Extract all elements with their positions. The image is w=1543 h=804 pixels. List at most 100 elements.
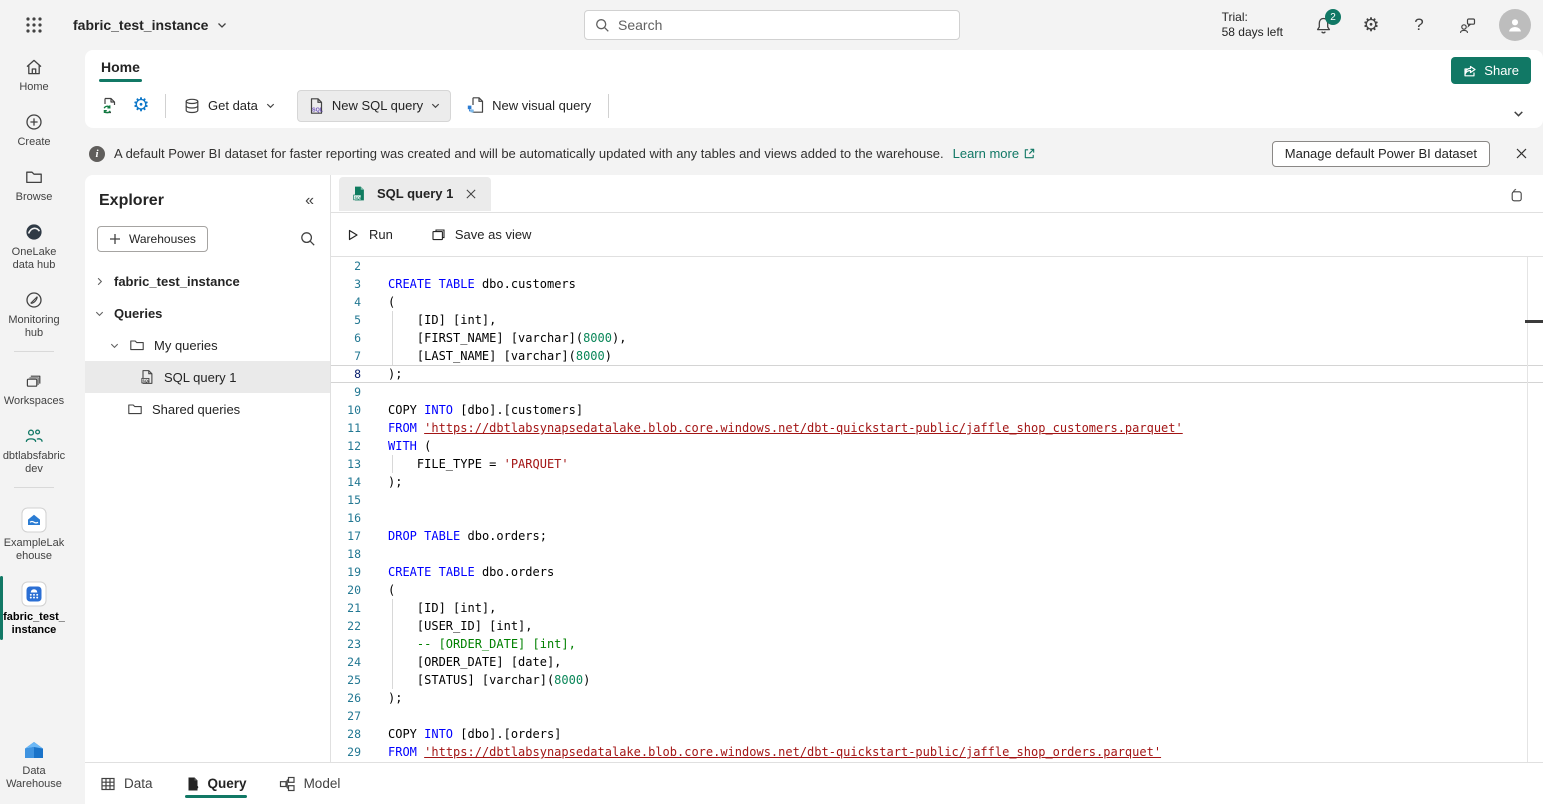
code-line-21[interactable]: 21 [ID] [int], (331, 599, 1543, 617)
feedback-icon[interactable] (1451, 9, 1483, 41)
tab-model[interactable]: Model (279, 763, 341, 804)
sidebar-item-dbtlabsfabricdev[interactable]: dbtlabsfabricdev (0, 419, 68, 481)
chevron-right-icon (94, 276, 105, 287)
line-number: 29 (331, 743, 361, 761)
code-line-22[interactable]: 22 [USER_ID] [int], (331, 617, 1543, 635)
workspace-switcher[interactable]: fabric_test_instance (73, 17, 228, 33)
notifications-bell-icon[interactable]: 2 (1307, 9, 1339, 41)
chevron-down-icon (94, 308, 105, 319)
banner-close-icon[interactable] (1509, 142, 1533, 166)
tree-item-my-queries[interactable]: My queries (85, 329, 330, 361)
new-sql-query-button[interactable]: SQL New SQL query (297, 90, 451, 122)
search-icon (595, 18, 610, 33)
code-line-27[interactable]: 27 (331, 707, 1543, 725)
svg-text:SQL: SQL (354, 196, 362, 200)
waffle-menu-icon[interactable] (17, 8, 51, 42)
search-input[interactable] (618, 17, 949, 33)
line-number: 22 (331, 617, 361, 635)
sql-file-icon: SQL (139, 369, 155, 385)
code-line-18[interactable]: 18 (331, 545, 1543, 563)
sidebar-item-workspaces[interactable]: Workspaces (0, 364, 68, 413)
left-nav-rail: Home Create Browse OneLake data hub Moni… (0, 50, 85, 804)
ribbon: Home Share ⚙ Get data SQL New SQL query (85, 50, 1543, 128)
visual-query-icon (466, 96, 485, 115)
query-tab[interactable]: SQL SQL query 1 (339, 177, 491, 211)
warehouse-icon (21, 581, 47, 607)
line-number: 23 (331, 635, 361, 653)
sidebar-item-fabric-test-instance[interactable]: fabric_test_instance (0, 574, 68, 642)
code-line-16[interactable]: 16 (331, 509, 1543, 527)
new-visual-query-button[interactable]: New visual query (457, 90, 600, 122)
code-line-11[interactable]: 11FROM 'https://dbtlabsynapsedatalake.bl… (331, 419, 1543, 437)
settings-gear-icon[interactable]: ⚙ (1355, 9, 1387, 41)
code-line-5[interactable]: 5 [ID] [int], (331, 311, 1543, 329)
run-button[interactable]: Run (346, 227, 393, 242)
user-avatar[interactable] (1499, 9, 1531, 41)
collapse-explorer-icon[interactable]: « (305, 192, 314, 210)
chevron-down-icon (109, 340, 120, 351)
learn-more-link[interactable]: Learn more (953, 146, 1036, 161)
code-line-7[interactable]: 7 [LAST_NAME] [varchar](8000) (331, 347, 1543, 365)
code-line-9[interactable]: 9 (331, 383, 1543, 401)
code-line-12[interactable]: 12WITH ( (331, 437, 1543, 455)
code-line-26[interactable]: 26); (331, 689, 1543, 707)
tab-data[interactable]: Data (100, 763, 153, 804)
sql-file-icon: SQL (307, 97, 325, 115)
folder-icon (127, 401, 143, 417)
get-data-button[interactable]: Get data (174, 90, 285, 122)
save-as-view-button[interactable]: Save as view (431, 227, 532, 242)
code-line-3[interactable]: 3CREATE TABLE dbo.customers (331, 275, 1543, 293)
code-line-25[interactable]: 25 [STATUS] [varchar](8000) (331, 671, 1543, 689)
code-line-28[interactable]: 28COPY INTO [dbo].[orders] (331, 725, 1543, 743)
new-warehouse-button[interactable]: Warehouses (97, 226, 208, 252)
refresh-icon[interactable] (93, 90, 125, 122)
code-line-8[interactable]: 8); (331, 365, 1543, 383)
explorer-search-icon[interactable] (300, 231, 316, 247)
sidebar-item-monitoring-hub[interactable]: Monitoring hub (0, 283, 68, 345)
manage-dataset-button[interactable]: Manage default Power BI dataset (1272, 141, 1490, 167)
code-line-29[interactable]: 29FROM 'https://dbtlabsynapsedatalake.bl… (331, 743, 1543, 761)
help-icon[interactable]: ? (1403, 9, 1435, 41)
sidebar-item-create[interactable]: Create (0, 105, 68, 154)
code-line-14[interactable]: 14); (331, 473, 1543, 491)
notification-badge: 2 (1325, 9, 1341, 25)
tab-home[interactable]: Home (99, 55, 142, 79)
code-line-19[interactable]: 19CREATE TABLE dbo.orders (331, 563, 1543, 581)
code-line-2[interactable]: 2 (331, 257, 1543, 275)
code-line-13[interactable]: 13 FILE_TYPE = 'PARQUET' (331, 455, 1543, 473)
share-icon (1463, 64, 1477, 78)
global-search[interactable] (584, 10, 960, 40)
code-line-17[interactable]: 17DROP TABLE dbo.orders; (331, 527, 1543, 545)
collapse-ribbon-icon[interactable] (1512, 107, 1525, 120)
chevron-down-icon (216, 19, 228, 31)
line-number: 12 (331, 437, 361, 455)
tree-item-sql-query-1[interactable]: SQL SQL query 1 (85, 361, 330, 393)
sidebar-item-label: fabric_test_instance (2, 611, 66, 637)
code-line-15[interactable]: 15 (331, 491, 1543, 509)
code-line-4[interactable]: 4( (331, 293, 1543, 311)
sidebar-item-browse[interactable]: Browse (0, 160, 68, 209)
tree-item-shared-queries[interactable]: Shared queries (85, 393, 330, 425)
editor-scrollbar[interactable] (1527, 257, 1528, 762)
code-line-24[interactable]: 24 [ORDER_DATE] [date], (331, 653, 1543, 671)
bottom-view-tabs: Data Query Model (85, 762, 1543, 804)
sidebar-item-home[interactable]: Home (0, 50, 68, 99)
code-line-23[interactable]: 23 -- [ORDER_DATE] [int], (331, 635, 1543, 653)
toolbar-divider (165, 94, 166, 118)
close-tab-icon[interactable] (463, 188, 479, 200)
scrollbar-marker (1525, 320, 1543, 323)
tree-item-queries[interactable]: Queries (85, 297, 330, 329)
tree-item-warehouse-root[interactable]: fabric_test_instance (85, 265, 330, 297)
code-area[interactable]: 23CREATE TABLE dbo.customers4(5 [ID] [in… (331, 257, 1543, 762)
code-line-6[interactable]: 6 [FIRST_NAME] [varchar](8000), (331, 329, 1543, 347)
sidebar-item-examplelakehouse[interactable]: ExampleLakehouse (0, 500, 68, 568)
sidebar-item-onelake-data-hub[interactable]: OneLake data hub (0, 215, 68, 277)
tab-query[interactable]: Query (185, 763, 247, 804)
code-line-20[interactable]: 20( (331, 581, 1543, 599)
sidebar-item-data-warehouse[interactable]: Data Warehouse (0, 732, 68, 796)
ribbon-settings-icon[interactable]: ⚙ (125, 90, 157, 122)
share-button[interactable]: Share (1451, 57, 1531, 84)
code-line-10[interactable]: 10COPY INTO [dbo].[customers] (331, 401, 1543, 419)
line-number: 16 (331, 509, 361, 527)
copy-icon[interactable] (1504, 182, 1530, 208)
